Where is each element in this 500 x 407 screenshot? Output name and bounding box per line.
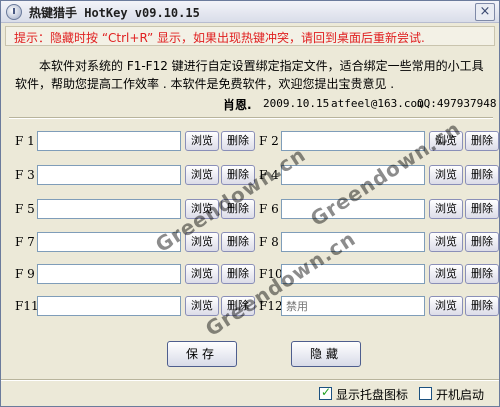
auto-start-label: 开机启动 xyxy=(436,388,485,402)
show-tray-icon-label: 显示托盘图标 xyxy=(336,388,409,402)
f4-delete-button[interactable]: 删除 xyxy=(465,165,499,185)
f9-delete-button[interactable]: 删除 xyxy=(221,264,255,284)
bottom-divider xyxy=(1,379,499,381)
author-name: 肖恩. xyxy=(223,98,252,112)
f11-path-input[interactable] xyxy=(37,296,181,316)
f3-browse-button[interactable]: 浏览 xyxy=(185,165,219,185)
f5-path-input[interactable] xyxy=(37,199,181,219)
show-tray-icon-checkbox[interactable] xyxy=(319,385,332,400)
f3-path-input[interactable] xyxy=(37,165,181,185)
author-email: atfeel@163.com xyxy=(331,97,424,110)
f8-browse-button[interactable]: 浏览 xyxy=(429,232,463,252)
f6-browse-button[interactable]: 浏览 xyxy=(429,199,463,219)
f4-browse-button[interactable]: 浏览 xyxy=(429,165,463,185)
f12-path-input[interactable] xyxy=(281,296,425,316)
hide-button[interactable]: 隐藏 xyxy=(291,341,361,367)
auto-start-checkbox[interactable] xyxy=(419,387,432,400)
f6-delete-button[interactable]: 删除 xyxy=(465,199,499,219)
divider xyxy=(9,117,493,119)
f12-delete-button[interactable]: 删除 xyxy=(465,296,499,316)
f10-delete-button[interactable]: 删除 xyxy=(465,264,499,284)
f12-browse-button[interactable]: 浏览 xyxy=(429,296,463,316)
f9-path-input[interactable] xyxy=(37,264,181,284)
f7-delete-button[interactable]: 删除 xyxy=(221,232,255,252)
description-text: 本软件对系统的 F1-F12 键进行自定设置绑定指定文件，适合绑定一些常用的小工… xyxy=(15,59,484,91)
f1-path-input[interactable] xyxy=(37,131,181,151)
f10-browse-button[interactable]: 浏览 xyxy=(429,264,463,284)
tip-bar: 提示：隐藏时按 “Ctrl+R” 显示，如果出现热键冲突，请回到桌面后重新尝试. xyxy=(5,26,495,46)
tip-text: 提示：隐藏时按 “Ctrl+R” 显示，如果出现热键冲突，请回到桌面后重新尝试. xyxy=(14,31,425,45)
close-button[interactable]: × xyxy=(475,3,495,21)
f8-delete-button[interactable]: 删除 xyxy=(465,232,499,252)
window-title: 热键猎手 HotKey v09.10.15 xyxy=(29,6,200,20)
f1-delete-button[interactable]: 删除 xyxy=(221,131,255,151)
author-qq: QQ:497937948 xyxy=(417,97,497,110)
author-date: 2009.10.15 xyxy=(263,97,330,110)
title-bar[interactable]: 热键猎手 HotKey v09.10.15 × xyxy=(1,1,499,23)
app-icon xyxy=(6,4,22,20)
f9-browse-button[interactable]: 浏览 xyxy=(185,264,219,284)
f1-browse-button[interactable]: 浏览 xyxy=(185,131,219,151)
f2-delete-button[interactable]: 删除 xyxy=(465,131,499,151)
hotkey-window: 热键猎手 HotKey v09.10.15 × 提示：隐藏时按 “Ctrl+R”… xyxy=(0,0,500,407)
save-button[interactable]: 保存 xyxy=(167,341,237,367)
